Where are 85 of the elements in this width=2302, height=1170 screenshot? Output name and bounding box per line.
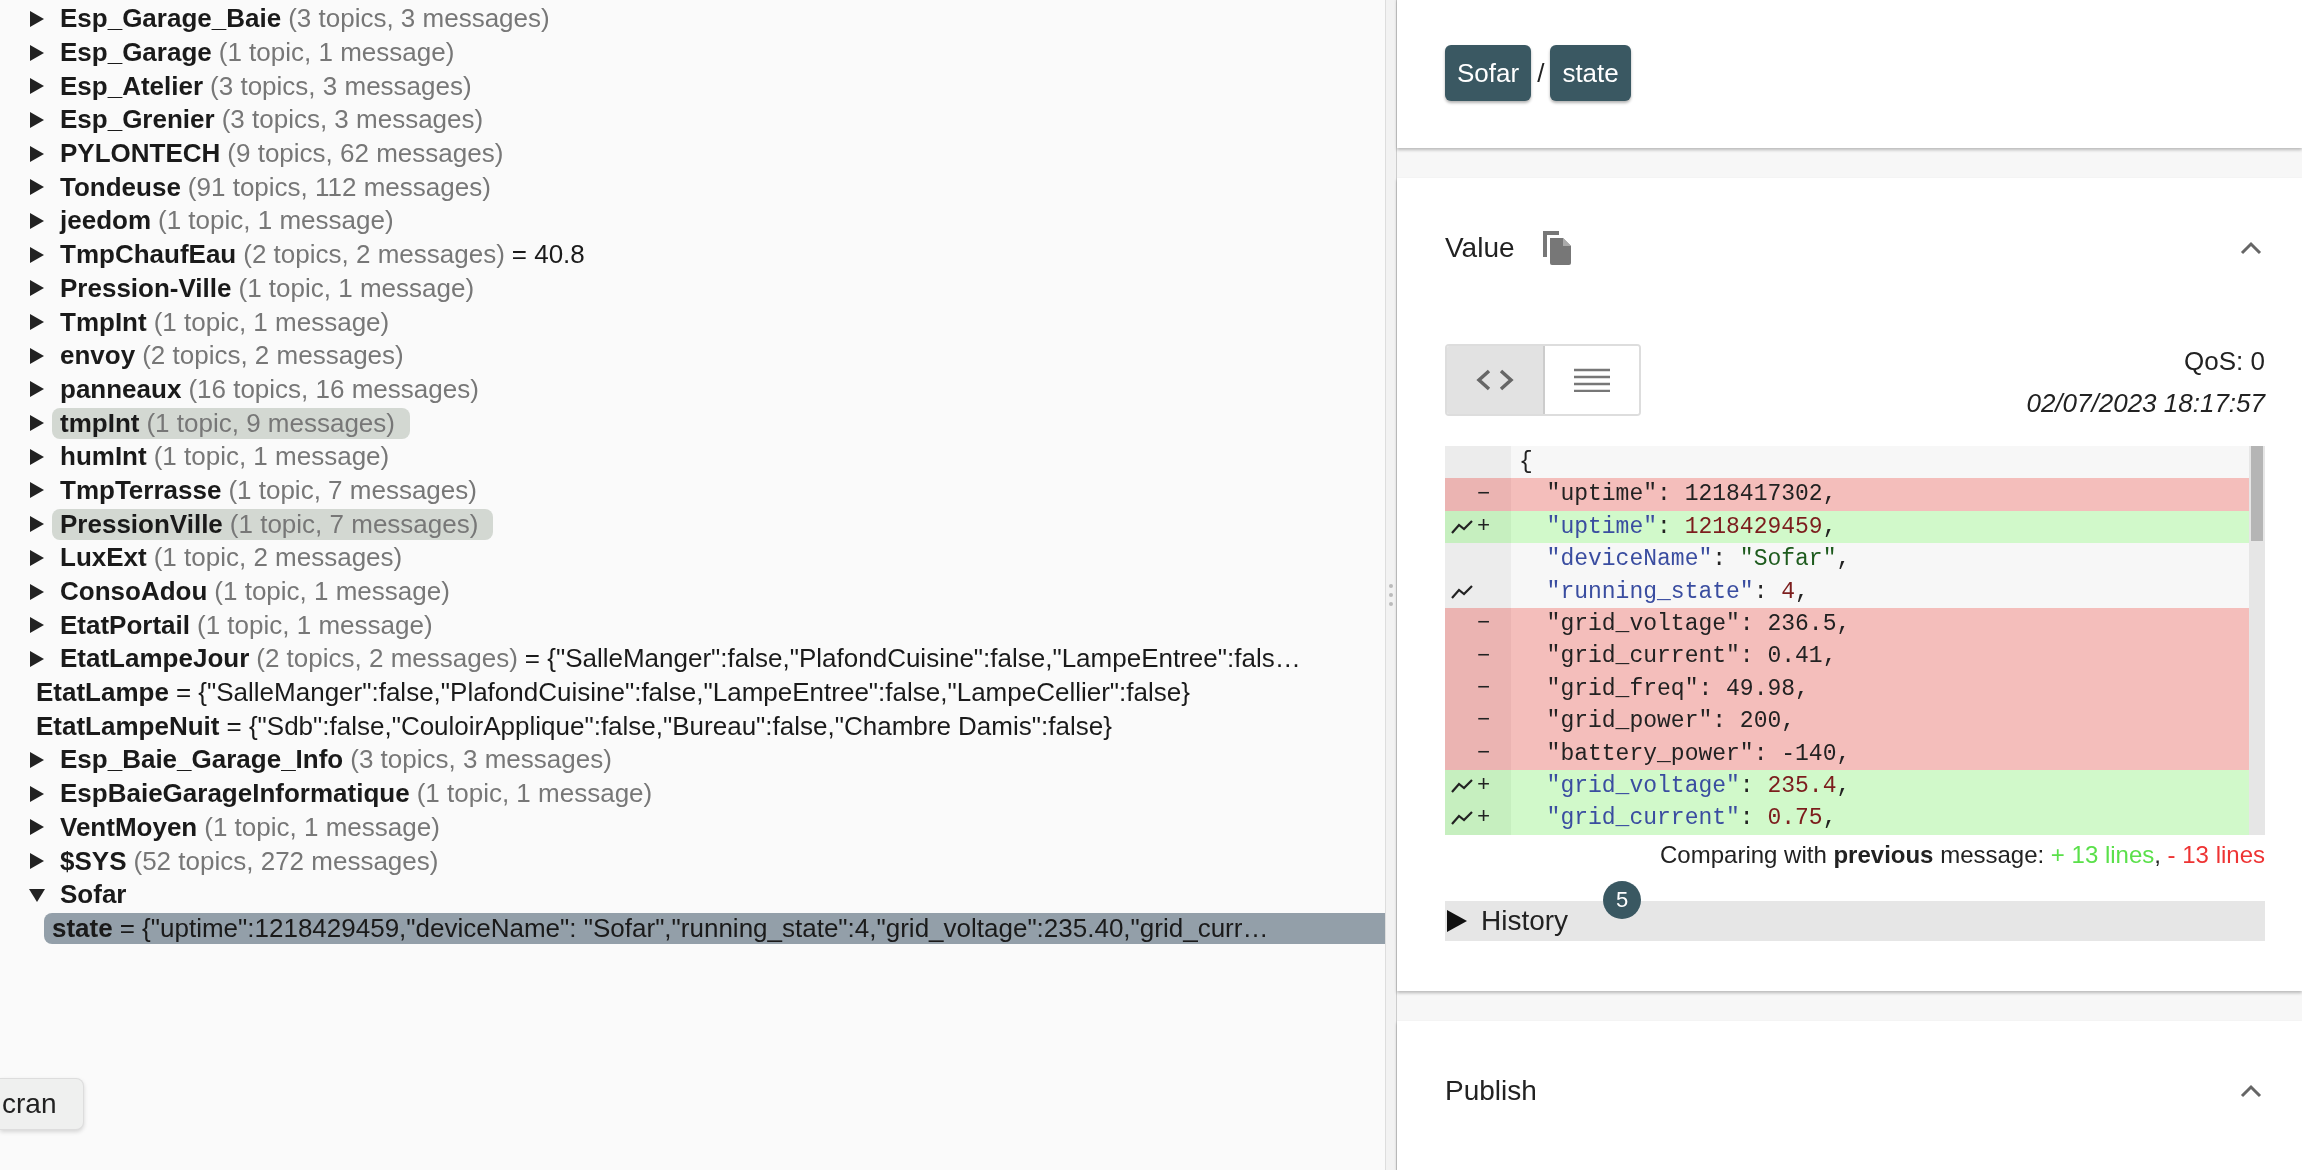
expand-icon[interactable] — [28, 77, 46, 96]
diff-mark: − — [1477, 707, 1491, 736]
expand-icon[interactable] — [28, 346, 46, 365]
panel-title: Publish — [1445, 1074, 1537, 1107]
tree-item[interactable]: Pression-Ville (1 topic, 1 message) — [52, 272, 490, 304]
trend-icon[interactable] — [1451, 811, 1473, 826]
tree-item[interactable]: PressionVille (1 topic, 7 messages) — [52, 508, 494, 540]
tree-item[interactable]: Esp_Grenier (3 topics, 3 messages) — [52, 104, 499, 136]
expand-icon[interactable] — [28, 447, 46, 466]
diff-mark: + — [1477, 772, 1491, 801]
expand-icon[interactable] — [28, 245, 46, 264]
comparison-summary: Comparing with previous message: + 13 lines, - 13 lines — [1659, 839, 2265, 870]
count-badge: 5 — [1603, 880, 1641, 919]
tree-item[interactable]: $SYS (52 topics, 272 messages) — [52, 845, 454, 877]
tree-item[interactable]: EspBaieGarageInformatique (1 topic, 1 message) — [52, 778, 668, 810]
tree-item[interactable]: Tondeuse (91 topics, 112 messages) — [52, 171, 506, 203]
expand-icon[interactable] — [28, 178, 46, 197]
expand-icon[interactable] — [28, 481, 46, 500]
panel-title: Value — [1445, 232, 1515, 264]
diff-mark: − — [1477, 674, 1491, 703]
expand-icon[interactable] — [28, 144, 46, 163]
expand-icon[interactable] — [28, 414, 46, 433]
copy-icon[interactable] — [1540, 231, 1571, 265]
tree-item[interactable]: Esp_Atelier (3 topics, 3 messages) — [52, 70, 487, 102]
diff-mark: − — [1477, 739, 1491, 768]
tree-item[interactable]: state = {"uptime":1218429459,"deviceName": "Sofar","running_state":4,"grid_voltage":235.40,"grid_curr… — [44, 912, 1385, 944]
chevron-up-icon[interactable] — [2239, 1082, 2263, 1099]
expand-icon[interactable] — [28, 750, 46, 769]
expand-icon[interactable] — [28, 313, 46, 332]
tree-item[interactable]: PYLONTECH (9 topics, 62 messages) — [52, 138, 519, 170]
screen-button[interactable]: cran — [0, 1078, 84, 1130]
qos-label: QoS: 0 — [2183, 345, 2265, 378]
view-toggle[interactable] — [1543, 346, 1639, 414]
tree-item[interactable]: TmpTerrasse (1 topic, 7 messages) — [52, 474, 492, 506]
expand-icon[interactable] — [28, 110, 46, 129]
scrollbar[interactable] — [2249, 446, 2265, 835]
expand-icon[interactable] — [28, 380, 46, 399]
code-icon — [1475, 368, 1515, 392]
tree-item[interactable]: ConsoAdou (1 topic, 1 message) — [52, 576, 465, 608]
expand-icon[interactable] — [28, 616, 46, 635]
tree-item[interactable]: envoy (2 topics, 2 messages) — [52, 340, 419, 372]
tree-item[interactable]: TmpInt (1 topic, 1 message) — [52, 306, 405, 338]
expand-icon[interactable] — [28, 582, 46, 601]
history-toggle[interactable]: History — [1445, 904, 1569, 937]
view-toggle[interactable] — [1447, 346, 1543, 414]
diff-mark: − — [1477, 642, 1491, 671]
expand-icon[interactable] — [28, 9, 46, 28]
expand-icon[interactable] — [28, 852, 46, 871]
timestamp: 02/07/2023 18:17:57 — [2026, 387, 2265, 420]
tree-item[interactable]: EtatLampe = {"SalleManger":false,"PlafondCuisine":false,"LampeEntree":false,"LampeCellier":false} — [28, 677, 1198, 709]
tree-item[interactable]: TmpChaufEau (2 topics, 2 messages) = 40.8 — [52, 239, 593, 271]
tree-item[interactable]: EtatLampeJour (2 topics, 2 messages) = {"SalleManger":false,"PlafondCuisine":false,"LampeEntree":fals… — [52, 643, 1309, 675]
trend-icon[interactable] — [1451, 779, 1473, 794]
tree-item[interactable]: Esp_Baie_Garage_Info (3 topics, 3 messages) — [52, 744, 627, 776]
tree-item[interactable]: EtatLampeNuit = {"Sdb":false,"CouloirApplique":false,"Bureau":false,"Chambre Damis":false} — [28, 710, 1120, 742]
diff-mark: − — [1477, 480, 1491, 509]
diff-mark: + — [1477, 804, 1491, 833]
tree-item[interactable]: Esp_Garage (1 topic, 1 message) — [52, 37, 470, 69]
expand-icon[interactable] — [28, 43, 46, 62]
expand-icon[interactable] — [28, 279, 46, 298]
tree-item[interactable]: EtatPortail (1 topic, 1 message) — [52, 609, 448, 641]
drag-handle[interactable] — [1388, 583, 1394, 607]
trend-icon[interactable] — [1451, 584, 1473, 599]
breadcrumb-chip[interactable]: state — [1550, 45, 1631, 101]
tree-item[interactable]: Sofar — [52, 879, 142, 911]
chevron-up-icon[interactable] — [2239, 240, 2263, 256]
expand-icon[interactable] — [28, 515, 46, 534]
tree-item[interactable]: tmpInt (1 topic, 9 messages) — [52, 407, 410, 439]
expand-icon[interactable] — [28, 818, 46, 837]
tree-item[interactable]: VentMoyen (1 topic, 1 message) — [52, 811, 455, 843]
tree-item[interactable]: humInt (1 topic, 1 message) — [52, 441, 405, 473]
expand-icon[interactable] — [28, 784, 46, 803]
expand-icon[interactable] — [28, 649, 46, 668]
breadcrumb-chip[interactable]: Sofar — [1445, 45, 1532, 101]
tree-item[interactable]: jeedom (1 topic, 1 message) — [52, 205, 409, 237]
tree-item[interactable]: Esp_Garage_Baie (3 topics, 3 messages) — [52, 3, 565, 35]
tree-item[interactable]: LuxExt (1 topic, 2 messages) — [52, 542, 418, 574]
tree-item[interactable]: panneaux (16 topics, 16 messages) — [52, 373, 494, 405]
diff-mark: − — [1477, 610, 1491, 639]
diff-mark: + — [1477, 512, 1491, 541]
breadcrumb-separator: / — [1537, 57, 1545, 89]
trend-icon[interactable] — [1451, 519, 1473, 534]
expand-icon[interactable] — [28, 548, 46, 567]
expand-icon[interactable] — [28, 211, 46, 230]
lines-icon — [1572, 368, 1612, 392]
